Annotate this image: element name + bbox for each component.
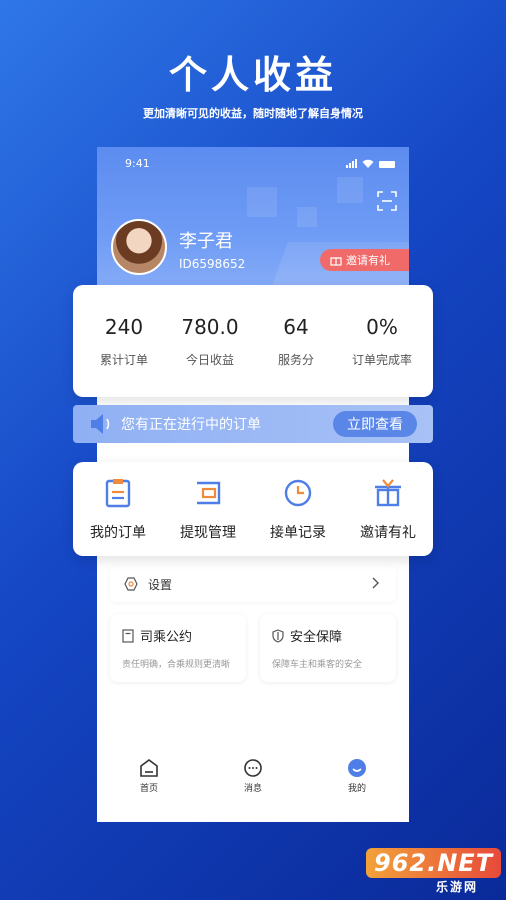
- profile-header: 9:41 李子君 ID6598652 邀请有礼: [97, 147, 409, 297]
- menu-item-my-orders[interactable]: 我的订单: [73, 462, 163, 556]
- invite-badge[interactable]: 邀请有礼: [320, 249, 409, 271]
- info-card-safety[interactable]: 安全保障 保障车主和乘客的安全: [260, 614, 396, 682]
- wallet-icon: [197, 481, 221, 505]
- menu-item-withdrawal[interactable]: 提现管理: [163, 462, 253, 556]
- stat-value: 64: [283, 315, 309, 339]
- clock-icon: [284, 479, 312, 507]
- stat-service-score[interactable]: 64 服务分: [253, 285, 339, 368]
- stat-value: 780.0: [181, 315, 239, 339]
- avatar[interactable]: [111, 219, 167, 275]
- info-card-title: 司乘公约: [140, 630, 193, 645]
- gear-icon: [124, 577, 138, 591]
- status-time: 9:41: [125, 157, 150, 170]
- document-icon: [122, 628, 134, 643]
- notice-bar: 您有正在进行中的订单 立即查看: [73, 405, 433, 443]
- settings-row[interactable]: 设置: [110, 566, 396, 602]
- menu-item-order-history[interactable]: 接单记录: [253, 462, 343, 556]
- chevron-right-icon: [372, 577, 379, 589]
- user-name: 李子君: [179, 231, 233, 252]
- scan-icon[interactable]: [377, 191, 397, 211]
- status-bar: 9:41: [97, 157, 409, 171]
- watermark-logo-text: 962.NET: [366, 848, 502, 878]
- user-id: ID6598652: [179, 257, 246, 271]
- menu-item-invite[interactable]: 邀请有礼: [343, 462, 433, 556]
- stat-total-orders[interactable]: 240 累计订单: [81, 285, 167, 368]
- menu-label: 接单记录: [270, 525, 326, 541]
- stat-value: 240: [104, 315, 144, 339]
- tab-profile[interactable]: 我的: [322, 752, 392, 794]
- info-card-desc: 保障车主和乘客的安全: [272, 660, 363, 670]
- stat-label: 订单完成率: [351, 353, 412, 367]
- wifi-icon: [362, 159, 374, 168]
- signal-icon: [346, 159, 357, 168]
- stat-completion-rate[interactable]: 0% 订单完成率: [339, 285, 425, 368]
- watermark-sub-text: 乐游网: [436, 880, 479, 894]
- stat-today-earnings[interactable]: 780.0 今日收益: [167, 285, 253, 368]
- stat-label: 累计订单: [99, 353, 148, 367]
- view-now-button[interactable]: 立即查看: [333, 411, 417, 437]
- gift-icon: [330, 257, 342, 266]
- tab-messages[interactable]: 消息: [218, 752, 288, 794]
- home-icon: [140, 759, 158, 777]
- info-card-desc: 责任明确，合乘规则更清晰: [122, 660, 231, 670]
- stat-label: 服务分: [277, 353, 314, 367]
- info-card-title: 安全保障: [290, 630, 343, 645]
- tab-label: 消息: [243, 784, 262, 794]
- profile-icon: [348, 759, 366, 777]
- tab-label: 首页: [139, 784, 158, 794]
- battery-icon: [379, 161, 395, 168]
- settings-label: 设置: [148, 577, 173, 592]
- notice-text: 您有正在进行中的订单: [121, 417, 261, 433]
- stat-label: 今日收益: [185, 353, 234, 367]
- stat-value: 0%: [366, 315, 398, 339]
- tab-home[interactable]: 首页: [114, 752, 184, 794]
- gift-icon: [375, 479, 401, 507]
- menu-card: 我的订单 提现管理 接单记录 邀请有礼: [73, 462, 433, 556]
- menu-label: 邀请有礼: [360, 525, 416, 541]
- promo-title: 个人收益: [168, 53, 337, 97]
- promo-subtitle: 更加清晰可见的收益，随时随地了解自身情况: [143, 107, 363, 120]
- speaker-icon: [91, 414, 110, 434]
- menu-label: 我的订单: [90, 525, 146, 541]
- tab-label: 我的: [347, 784, 366, 794]
- stats-card: 240 累计订单 780.0 今日收益 64 服务分 0% 订单完成率: [73, 285, 433, 397]
- info-card-rules[interactable]: 司乘公约 责任明确，合乘规则更清晰: [110, 614, 246, 682]
- menu-label: 提现管理: [180, 525, 236, 541]
- invite-badge-label: 邀请有礼: [346, 254, 390, 267]
- shield-icon: [272, 628, 284, 643]
- tab-bar: 首页 消息 我的: [97, 752, 409, 802]
- message-icon: [244, 759, 262, 777]
- watermark-logo: 962.NET 乐游网: [366, 848, 502, 896]
- clipboard-icon: [105, 479, 131, 508]
